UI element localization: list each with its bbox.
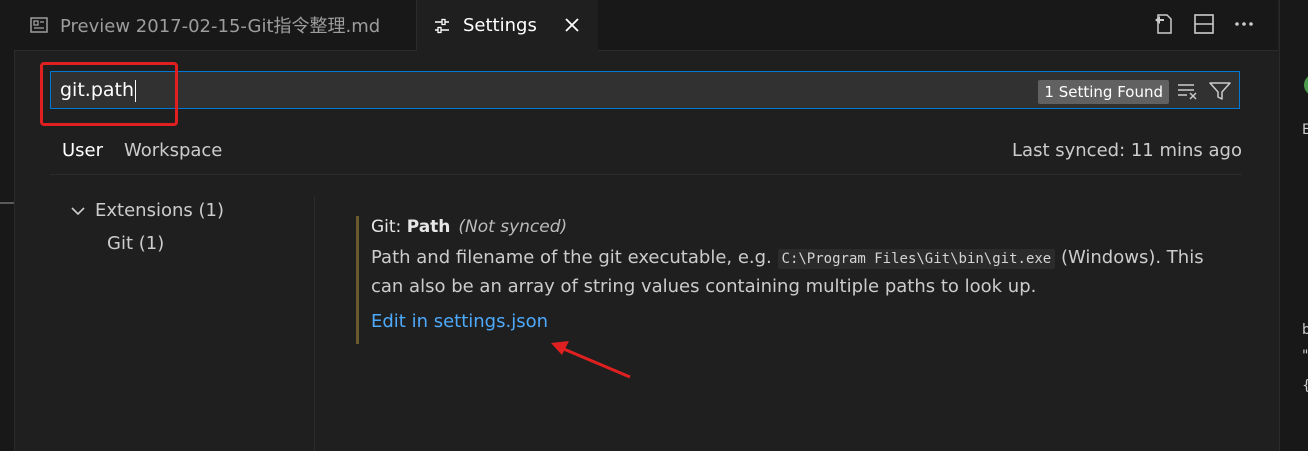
close-icon[interactable] [560,13,584,37]
search-query: git.path [60,79,135,101]
split-editor-icon[interactable] [1190,10,1218,38]
more-actions-icon[interactable] [1230,10,1258,38]
preview-icon [28,14,50,36]
search-input[interactable]: git.path [60,72,137,108]
settings-search-box[interactable]: git.path 1 Setting Found [50,71,1240,109]
setting-title: Git: Path (Not synced) [371,216,1226,238]
tab-preview[interactable]: Preview 2017-02-15-Git指令整理.md [14,0,417,50]
last-synced-status: Last synced: 11 mins ago [1012,140,1242,161]
tab-preview-label: Preview 2017-02-15-Git指令整理.md [60,16,381,37]
toc-divider [314,196,315,451]
clipped-text-4: { [1302,378,1308,394]
result-count-badge: 1 Setting Found [1038,80,1169,104]
toc-extensions-label: Extensions (1) [95,200,224,221]
desc-text-before: Path and filename of the git executable,… [371,247,778,268]
left-sidebar-edge [0,0,15,451]
sash-indicator[interactable] [0,202,14,204]
tab-settings-label: Settings [463,15,537,36]
clipped-text-2: b [1302,322,1308,338]
status-dot [1304,74,1308,96]
header-divider [50,174,1242,175]
setting-category: Git: [371,217,407,237]
setting-description: Path and filename of the git executable,… [371,244,1211,301]
chevron-down-icon [68,201,88,221]
editor-actions [1150,10,1258,38]
tab-user-settings[interactable]: User [50,136,116,175]
clipped-text-1: E [1302,122,1308,138]
adjacent-panel-edge: E b " { [1279,0,1308,451]
text-caret [135,79,137,102]
tab-workspace-settings[interactable]: Workspace [124,136,222,166]
open-settings-json-icon[interactable] [1150,10,1178,38]
editor-tab-bar: Preview 2017-02-15-Git指令整理.md Settings [14,0,1278,51]
edit-in-settings-json-link[interactable]: Edit in settings.json [371,311,548,332]
settings-sliders-icon [431,15,453,37]
tab-settings[interactable]: Settings [417,0,598,51]
setting-item-git-path: Git: Path (Not synced) Path and filename … [356,216,1226,344]
desc-code: C:\Program Files\Git\bin\git.exe [777,249,1056,269]
clear-filter-icon[interactable] [1175,79,1201,103]
setting-name: Path [406,217,451,237]
clipped-text-3: " [1302,348,1308,364]
sync-state-label: (Not synced) [458,217,568,237]
toc-item-extensions[interactable]: Extensions (1) [68,200,224,221]
toc-item-git[interactable]: Git (1) [107,233,164,254]
filter-icon[interactable] [1207,79,1233,103]
